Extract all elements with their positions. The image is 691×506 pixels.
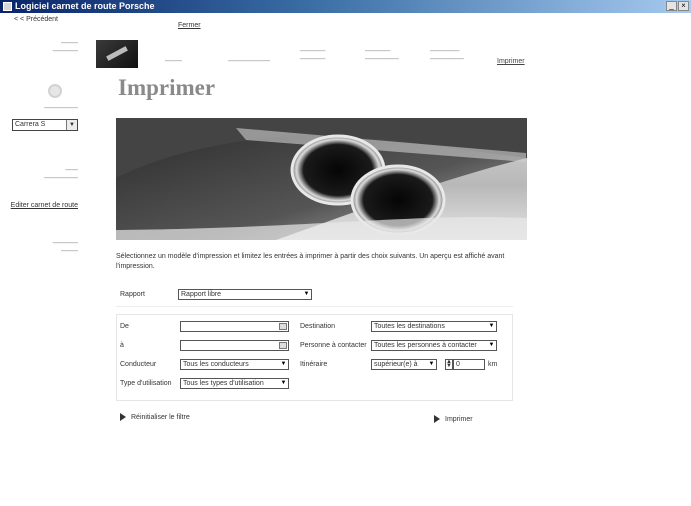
close-link[interactable]: Fermer: [178, 22, 201, 29]
chevron-down-icon: ▼: [488, 323, 495, 329]
print-label: Imprimer: [445, 415, 473, 423]
back-link[interactable]: < < Précédent: [14, 16, 58, 23]
to-date-input[interactable]: [180, 340, 289, 351]
contact-label: Personne à contacter: [300, 342, 367, 349]
driver-select-value: Tous les conducteurs: [183, 361, 249, 368]
wheel-icon: [48, 84, 62, 98]
sidebar-ghost-text-3: ━━━ ━━━━━━━━: [44, 167, 78, 182]
close-window-button[interactable]: ×: [678, 1, 689, 11]
calendar-icon[interactable]: [279, 323, 287, 330]
destination-select[interactable]: Toutes les destinations ▼: [371, 321, 497, 332]
play-arrow-icon: [120, 413, 126, 421]
tab-ghost-4[interactable]: ━━━━━━ ━━━━━━━━: [365, 48, 399, 64]
route-value: 0: [456, 361, 460, 368]
sidebar-ghost-text-2: ━━━━━━━━: [44, 105, 78, 112]
sidebar-ghost-text-4: ━━━━━━ ━━━━: [52, 240, 78, 255]
contact-select[interactable]: Toutes les personnes à contacter ▼: [371, 340, 497, 351]
route-spinner[interactable]: ▲ ▼: [445, 359, 453, 370]
driver-label: Conducteur: [120, 361, 157, 368]
exhaust-illustration: [116, 118, 527, 240]
minimize-button[interactable]: _: [666, 1, 677, 11]
chevron-down-icon: ▼: [428, 361, 435, 367]
window-title: Logiciel carnet de route Porsche: [15, 1, 155, 11]
tab-imprimer[interactable]: Imprimer: [497, 58, 525, 66]
route-unit: km: [488, 361, 498, 368]
divider: [116, 306, 513, 307]
from-label: De: [120, 323, 129, 330]
chevron-down-icon: ▼: [280, 361, 287, 367]
report-select-value: Rapport libre: [181, 291, 222, 298]
sidebar: ━━━━ ━━━━━━ ━━━━━━━━ Carrera S ▼ ━━━ ━━━━━…: [0, 26, 92, 506]
driver-select[interactable]: Tous les conducteurs ▼: [180, 359, 289, 370]
top-navigation: < < Précédent Fermer: [0, 14, 691, 29]
chevron-down-icon: ▼: [488, 342, 495, 348]
model-select-value: Carrera S: [15, 121, 46, 128]
window-controls: _ ×: [666, 1, 689, 11]
report-label: Rapport: [120, 291, 145, 298]
usage-label: Type d'utilisation: [120, 380, 172, 387]
report-select[interactable]: Rapport libre ▼: [178, 289, 312, 300]
print-button[interactable]: Imprimer: [434, 415, 473, 423]
chevron-down-icon: ▼: [303, 291, 310, 297]
page-title: Imprimer: [118, 75, 216, 100]
reset-filter-label: Réinitialiser le filtre: [131, 413, 190, 421]
route-label: Itinéraire: [300, 361, 328, 368]
tab-ghost-3[interactable]: ━━━━━━ ━━━━━━: [300, 48, 325, 64]
destination-label: Destination: [300, 323, 336, 330]
play-arrow-icon: [434, 415, 440, 423]
tab-ghost-2[interactable]: ━━━━━━━━━━: [228, 58, 270, 66]
from-date-input[interactable]: [180, 321, 289, 332]
usage-select[interactable]: Tous les types d'utilisation ▼: [180, 378, 289, 389]
route-operator-select[interactable]: supérieur(e) à ▼: [371, 359, 437, 370]
usage-select-value: Tous les types d'utilisation: [183, 380, 264, 387]
route-value-input[interactable]: 0: [453, 359, 485, 370]
tab-ghost-5[interactable]: ━━━━━━━ ━━━━━━━━: [430, 48, 464, 64]
sidebar-ghost-text-1: ━━━━ ━━━━━━: [52, 40, 78, 55]
to-label: à: [120, 342, 124, 349]
route-operator-value: supérieur(e) à: [374, 361, 418, 368]
intro-text: Sélectionnez un modèle d'impression et l…: [116, 253, 505, 270]
chevron-down-icon: ▼: [66, 120, 77, 130]
calendar-icon[interactable]: [279, 342, 287, 349]
app-icon: [3, 2, 12, 11]
model-select[interactable]: Carrera S ▼: [12, 119, 78, 131]
destination-select-value: Toutes les destinations: [374, 323, 445, 330]
reset-filter-button[interactable]: Réinitialiser le filtre: [120, 413, 190, 421]
hero-exhaust-image: [116, 118, 527, 240]
edit-logbook-link[interactable]: Editer carnet de route: [11, 202, 78, 210]
contact-select-value: Toutes les personnes à contacter: [374, 342, 477, 349]
chevron-down-icon: ▼: [280, 380, 287, 386]
header-thumbnail-image: [96, 40, 138, 68]
tab-ghost-1[interactable]: ━━━━: [165, 58, 182, 66]
window-titlebar: Logiciel carnet de route Porsche _ ×: [0, 0, 691, 13]
